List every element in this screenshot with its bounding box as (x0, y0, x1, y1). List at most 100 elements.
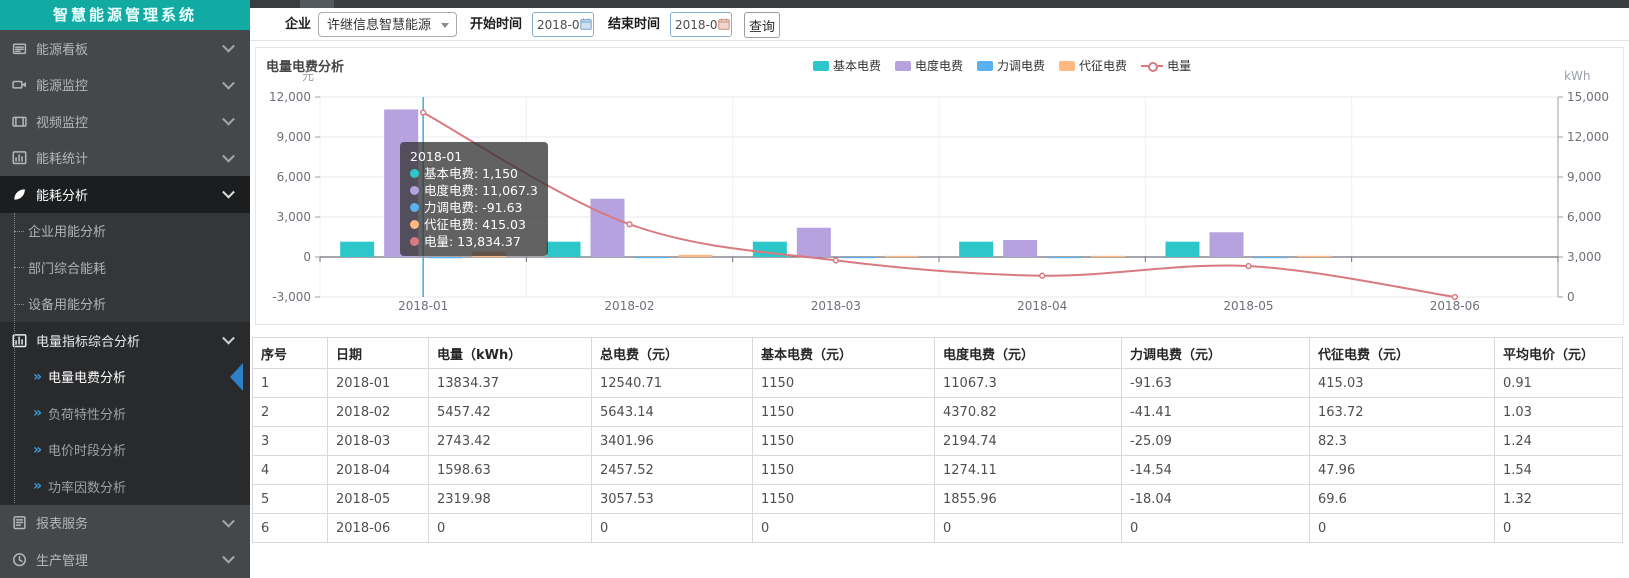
table-cell: 0 (935, 514, 1122, 543)
query-button[interactable]: 查询 (744, 12, 780, 38)
sidebar-item-label: 功率因数分析 (48, 477, 126, 496)
bar-基本电费-2018-01 (340, 242, 374, 257)
sidebar-item-device-energy-analysis[interactable]: 设备用能分析 (0, 286, 250, 323)
table-cell: 3 (253, 427, 328, 456)
table-cell: 13834.37 (429, 369, 592, 398)
sidebar-menu: 能源看板能源监控视频监控能耗统计能耗分析企业用能分析部门综合能耗设备用能分析电量… (0, 30, 250, 578)
fee-analysis-panel: 电量电费分析 基本电费电度电费力调电费代征电费电量 12,0009,0006,0… (255, 47, 1624, 325)
end-time-label: 结束时间 (608, 12, 660, 37)
table-header-cell: 代征电费（元） (1310, 338, 1495, 369)
enterprise-select-value: 许继信息智慧能源 (327, 18, 431, 33)
line-point-2018-01 (421, 110, 426, 115)
table-cell: 2018-05 (328, 485, 429, 514)
sidebar-item-report-service[interactable]: 报表服务 (0, 505, 250, 542)
analysis-icon (11, 186, 27, 202)
table-cell: 0 (1122, 514, 1310, 543)
svg-text:kWh: kWh (1564, 69, 1590, 83)
bar-电度电费-2018-04 (1003, 240, 1037, 257)
line-point-2018-06 (1452, 295, 1457, 300)
table-cell: 2018-02 (328, 398, 429, 427)
window-top-strip (250, 0, 1629, 8)
sidebar-item-energy-monitoring[interactable]: 能源监控 (0, 67, 250, 104)
table-cell: 6 (253, 514, 328, 543)
table-header-cell: 平均电价（元） (1495, 338, 1623, 369)
line-point-2018-02 (627, 222, 632, 227)
table-cell: 2 (253, 398, 328, 427)
sidebar-item-price-period-analysis[interactable]: »电价时段分析 (0, 432, 250, 469)
table-cell: 5643.14 (592, 398, 753, 427)
table-cell: 2018-03 (328, 427, 429, 456)
sidebar-item-label: 部门综合能耗 (28, 258, 106, 277)
bar-电度电费-2018-05 (1210, 232, 1244, 257)
table-cell: 1.32 (1495, 485, 1623, 514)
sidebar-item-label: 能耗统计 (36, 148, 88, 167)
bar-代征电费-2018-02 (679, 255, 713, 257)
svg-text:3,000: 3,000 (1567, 250, 1601, 264)
chevron-down-icon (222, 150, 235, 163)
sidebar-item-energy-analysis[interactable]: 能耗分析 (0, 176, 250, 213)
calendar-icon[interactable] (580, 18, 592, 30)
sidebar-item-label: 能耗分析 (36, 185, 88, 204)
calendar-icon[interactable] (718, 18, 730, 30)
sidebar-item-label: 设备用能分析 (28, 294, 106, 313)
table-row: 12018-0113834.3712540.71115011067.3-91.6… (253, 369, 1623, 398)
table-cell: 5457.42 (429, 398, 592, 427)
bar-代征电费-2018-03 (885, 256, 919, 257)
svg-text:12,000: 12,000 (1567, 130, 1609, 144)
filter-toolbar: 企业 许继信息智慧能源 开始时间 结束时间 查询 (250, 8, 1629, 41)
svg-text:2018-02: 2018-02 (604, 299, 654, 313)
sidebar-item-load-characteristic-analysis[interactable]: »负荷特性分析 (0, 395, 250, 432)
bar-基本电费-2018-04 (959, 242, 993, 257)
sidebar-item-production-management[interactable]: 生产管理 (0, 541, 250, 578)
bar-力调电费-2018-03 (841, 257, 875, 258)
table-cell: 0 (1310, 514, 1495, 543)
sidebar-item-label: 企业用能分析 (28, 221, 106, 240)
sidebar-item-enterprise-energy-analysis[interactable]: 企业用能分析 (0, 213, 250, 250)
enterprise-select[interactable]: 许继信息智慧能源 (318, 12, 457, 37)
double-chevron-icon: » (33, 478, 42, 494)
sidebar-item-video-monitoring[interactable]: 视频监控 (0, 103, 250, 140)
table-cell: -41.41 (1122, 398, 1310, 427)
fee-table-container: 序号日期电量（kWh）总电费（元）基本电费（元）电度电费（元）力调电费（元）代征… (252, 337, 1623, 543)
svg-text:2018-06: 2018-06 (1430, 299, 1480, 313)
svg-text:15,000: 15,000 (1567, 90, 1609, 104)
sidebar-item-energy-stats[interactable]: 能耗统计 (0, 140, 250, 177)
start-time-label: 开始时间 (470, 12, 522, 37)
sidebar-item-label: 生产管理 (36, 550, 88, 569)
svg-text:0: 0 (1567, 290, 1575, 304)
stats-icon (11, 150, 27, 166)
table-header-cell: 力调电费（元） (1122, 338, 1310, 369)
sidebar-item-department-comprehensive-energy[interactable]: 部门综合能耗 (0, 249, 250, 286)
sidebar-item-power-fee-analysis[interactable]: »电量电费分析 (0, 359, 250, 396)
svg-text:2018-05: 2018-05 (1223, 299, 1273, 313)
sidebar-item-label: 能源看板 (36, 39, 88, 58)
table-cell: 2743.42 (429, 427, 592, 456)
sidebar-item-label: 负荷特性分析 (48, 404, 126, 423)
table-row: 42018-041598.632457.5211501274.11-14.544… (253, 456, 1623, 485)
camera-icon (11, 77, 27, 93)
table-cell: 0 (753, 514, 935, 543)
chevron-down-icon (222, 551, 235, 564)
sidebar-item-energy-dashboard[interactable]: 能源看板 (0, 30, 250, 67)
sidebar-item-label: 电价时段分析 (48, 440, 126, 459)
table-cell: 1855.96 (935, 485, 1122, 514)
table-cell: 3057.53 (592, 485, 753, 514)
table-cell: 1150 (753, 485, 935, 514)
table-cell: 4370.82 (935, 398, 1122, 427)
table-header-cell: 序号 (253, 338, 328, 369)
bar-力调电费-2018-05 (1254, 257, 1288, 258)
table-cell: 0 (429, 514, 592, 543)
production-icon (11, 551, 27, 567)
sidebar-tree-line (14, 213, 15, 503)
table-cell: 1150 (753, 369, 935, 398)
bar-代征电费-2018-01 (472, 251, 506, 257)
fee-analysis-chart[interactable]: 12,0009,0006,0003,0000-3,00015,00012,000… (256, 48, 1623, 324)
chevron-down-icon (222, 113, 235, 126)
report-icon (11, 515, 27, 531)
fee-table: 序号日期电量（kWh）总电费（元）基本电费（元）电度电费（元）力调电费（元）代征… (252, 337, 1623, 543)
line-point-2018-04 (1040, 273, 1045, 278)
sidebar-item-power-factor-analysis[interactable]: » 功率因数分析 (0, 468, 250, 505)
sidebar-item-power-indicator-comprehensive-analysis[interactable]: 电量指标综合分析 (0, 322, 250, 359)
svg-text:6,000: 6,000 (1567, 210, 1601, 224)
svg-text:3,000: 3,000 (277, 210, 311, 224)
